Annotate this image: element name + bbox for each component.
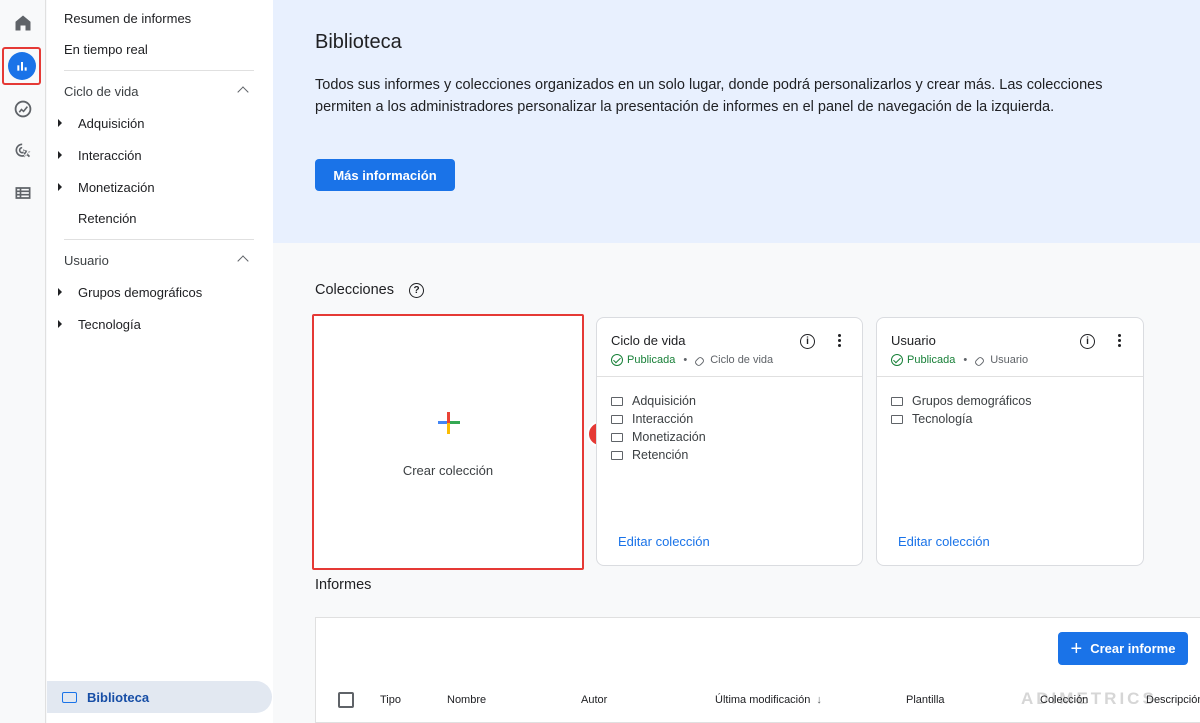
nav-summary[interactable]: Resumen de informes: [64, 11, 191, 26]
list-item: Interacción: [611, 410, 706, 428]
collection-source: Usuario: [990, 354, 1029, 366]
caret-right-icon[interactable]: [58, 183, 62, 191]
list-item: Tecnología: [891, 410, 1032, 428]
create-report-button[interactable]: + Crear informe: [1058, 632, 1188, 665]
column-header-template[interactable]: Plantilla: [906, 694, 945, 706]
page-title: Biblioteca: [315, 31, 402, 53]
caret-right-icon[interactable]: [58, 119, 62, 127]
more-vert-icon[interactable]: [838, 334, 842, 349]
list-item: Adquisición: [611, 392, 706, 410]
collection-title: Ciclo de vida: [611, 333, 686, 348]
caret-right-icon[interactable]: [58, 288, 62, 296]
column-header-modified[interactable]: Última modificación ↓: [715, 694, 822, 706]
select-all-checkbox[interactable]: [338, 692, 354, 708]
folder-icon: [611, 414, 623, 424]
explore-icon[interactable]: [8, 94, 38, 124]
nav-item-retention[interactable]: Retención: [78, 211, 137, 226]
collection-items: Grupos demográficos Tecnología: [891, 392, 1032, 428]
advertising-icon[interactable]: [8, 136, 38, 166]
chevron-up-icon[interactable]: [237, 255, 249, 267]
create-collection-card[interactable]: Crear colección: [312, 314, 584, 570]
collection-card-lifecycle: Ciclo de vida Publicada • Ciclo de vida …: [596, 317, 863, 566]
link-icon: [975, 355, 986, 366]
configure-icon[interactable]: [8, 178, 38, 208]
folder-icon: [891, 414, 903, 424]
learn-more-button[interactable]: Más información: [315, 159, 455, 191]
folder-icon: [611, 432, 623, 442]
list-item: Grupos demográficos: [891, 392, 1032, 410]
home-icon[interactable]: [8, 8, 38, 38]
folder-icon: [62, 691, 77, 703]
left-nav: Resumen de informes En tiempo real Ciclo…: [47, 0, 273, 723]
nav-user-header[interactable]: Usuario: [64, 253, 109, 268]
folder-icon: [611, 450, 623, 460]
reports-table: + Crear informe Tipo Nombre Autor Última…: [315, 617, 1200, 723]
nav-item-demographics[interactable]: Grupos demográficos: [78, 285, 202, 300]
nav-lifecycle-header[interactable]: Ciclo de vida: [64, 84, 138, 99]
column-header-name[interactable]: Nombre: [447, 694, 486, 706]
list-item: Retención: [611, 446, 706, 464]
arrow-down-icon: ↓: [816, 694, 822, 706]
collection-title: Usuario: [891, 333, 936, 348]
nav-library-label: Biblioteca: [87, 689, 150, 705]
status-badge: Publicada: [907, 354, 956, 366]
info-icon[interactable]: i: [1080, 334, 1095, 349]
column-header-type[interactable]: Tipo: [380, 694, 401, 706]
collections-title: Colecciones: [315, 282, 394, 298]
collection-source: Ciclo de vida: [710, 354, 774, 366]
nav-item-acquisition[interactable]: Adquisición: [78, 116, 145, 131]
nav-realtime[interactable]: En tiempo real: [64, 42, 148, 57]
link-icon: [695, 355, 706, 366]
chevron-up-icon[interactable]: [237, 86, 249, 98]
more-vert-icon[interactable]: [1118, 334, 1122, 349]
collection-meta: Publicada • Ciclo de vida: [611, 354, 773, 366]
plus-icon: [438, 412, 460, 434]
nav-divider: [64, 239, 254, 240]
edit-collection-link[interactable]: Editar colección: [618, 534, 710, 549]
library-hero: Biblioteca Todos sus informes y coleccio…: [273, 0, 1200, 243]
folder-icon: [611, 396, 623, 406]
folder-icon: [891, 396, 903, 406]
edit-collection-link[interactable]: Editar colección: [898, 534, 990, 549]
collection-card-user: Usuario Publicada • Usuario i Grupos dem…: [876, 317, 1144, 566]
collection-items: Adquisición Interacción Monetización Ret…: [611, 392, 706, 464]
check-circle-icon: [891, 354, 903, 366]
info-icon[interactable]: i: [800, 334, 815, 349]
nav-item-monetization[interactable]: Monetización: [78, 180, 155, 195]
reports-title: Informes: [315, 577, 372, 593]
check-circle-icon: [611, 354, 623, 366]
collection-meta: Publicada • Usuario: [891, 354, 1028, 366]
help-icon[interactable]: ?: [409, 283, 424, 298]
create-collection-label: Crear colección: [402, 463, 494, 478]
reports-icon[interactable]: [2, 47, 41, 85]
nav-item-engagement[interactable]: Interacción: [78, 148, 142, 163]
nav-library[interactable]: Biblioteca: [47, 681, 272, 713]
column-header-collection[interactable]: Colección: [1040, 694, 1088, 706]
caret-right-icon[interactable]: [58, 320, 62, 328]
left-rail: [0, 0, 46, 723]
list-item: Monetización: [611, 428, 706, 446]
caret-right-icon[interactable]: [58, 151, 62, 159]
hero-description: Todos sus informes y colecciones organiz…: [315, 77, 1103, 115]
plus-icon: +: [1070, 637, 1083, 660]
nav-divider: [64, 70, 254, 71]
column-header-description[interactable]: Descripción: [1146, 694, 1200, 706]
status-badge: Publicada: [627, 354, 676, 366]
column-header-author[interactable]: Autor: [581, 694, 607, 706]
nav-item-technology[interactable]: Tecnología: [78, 317, 141, 332]
